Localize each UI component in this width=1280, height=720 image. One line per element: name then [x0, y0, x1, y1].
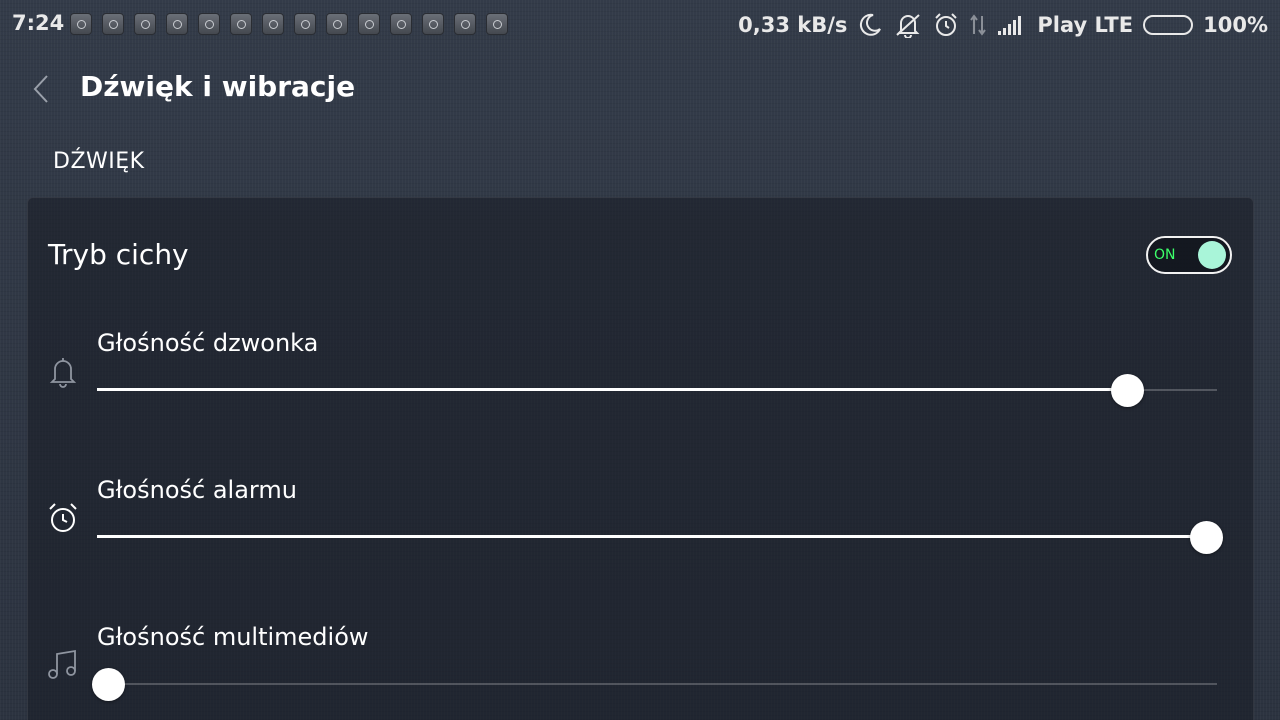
app-notification-icon	[166, 13, 188, 35]
battery-percent: 100%	[1203, 13, 1268, 37]
page-title: Dźwięk i wibracje	[80, 70, 356, 103]
alarm-volume-slider[interactable]	[97, 521, 1223, 554]
signal-icon	[997, 14, 1027, 36]
app-notification-icon	[102, 13, 124, 35]
slider-fill	[97, 388, 1128, 391]
carrier-name: Play LTE	[1037, 13, 1134, 37]
silent-mode-row[interactable]: Tryb cichy ON	[28, 208, 1253, 286]
alarm-clock-icon	[49, 503, 77, 532]
ringtone-volume-row: Głośność dzwonka	[28, 316, 1253, 436]
status-indicators: 0,33 kB/s Play LTE 100%	[728, 10, 1268, 40]
app-notification-icon	[454, 13, 476, 35]
app-notification-icon	[326, 13, 348, 35]
status-bar: 7:24 0,33 kB/s Play LTE 100%	[0, 0, 1280, 50]
alarm-volume-row: Głośność alarmu	[28, 463, 1253, 583]
status-time: 7:24	[12, 11, 65, 35]
media-volume-slider[interactable]	[92, 668, 1217, 701]
media-volume-label: Głośność multimediów	[97, 623, 369, 651]
slider-thumb[interactable]	[92, 668, 126, 701]
app-notification-icon	[198, 13, 220, 35]
app-notification-icon	[358, 13, 380, 35]
app-notification-icon	[230, 13, 252, 35]
slider-track	[97, 683, 1217, 685]
alarm-status-icon	[933, 12, 959, 38]
app-notification-icon	[70, 13, 92, 35]
app-notification-icon	[134, 13, 156, 35]
music-note-icon	[48, 649, 76, 679]
slider-thumb[interactable]	[1111, 374, 1145, 407]
chevron-left-icon	[33, 75, 48, 103]
data-transfer-icon	[969, 12, 987, 38]
ringtone-volume-label: Głośność dzwonka	[97, 329, 319, 357]
app-notification-icon	[262, 13, 284, 35]
toggle-state-text: ON	[1154, 247, 1176, 263]
silent-mode-label: Tryb cichy	[48, 238, 189, 271]
app-notification-icon	[486, 13, 508, 35]
section-header: DŹWIĘK	[53, 149, 145, 174]
bell-icon	[49, 358, 77, 388]
alarm-volume-label: Głośność alarmu	[97, 476, 297, 504]
app-notification-icon	[390, 13, 412, 35]
silent-mode-toggle[interactable]: ON	[1146, 236, 1232, 274]
media-volume-row: Głośność multimediów	[28, 610, 1253, 720]
back-button[interactable]	[26, 72, 56, 106]
network-speed: 0,33 kB/s	[738, 13, 848, 37]
app-notification-icon	[422, 13, 444, 35]
toggle-knob	[1198, 241, 1226, 269]
slider-fill	[97, 535, 1206, 538]
muted-bell-icon	[893, 12, 923, 38]
sound-settings-card: Tryb cichy ON Głośność dzwonka Głośność …	[27, 197, 1254, 720]
ringtone-volume-slider[interactable]	[97, 374, 1217, 407]
notification-icons	[70, 13, 518, 35]
app-notification-icon	[294, 13, 316, 35]
slider-thumb[interactable]	[1189, 521, 1223, 554]
moon-icon	[857, 12, 883, 38]
battery-icon	[1143, 15, 1194, 35]
